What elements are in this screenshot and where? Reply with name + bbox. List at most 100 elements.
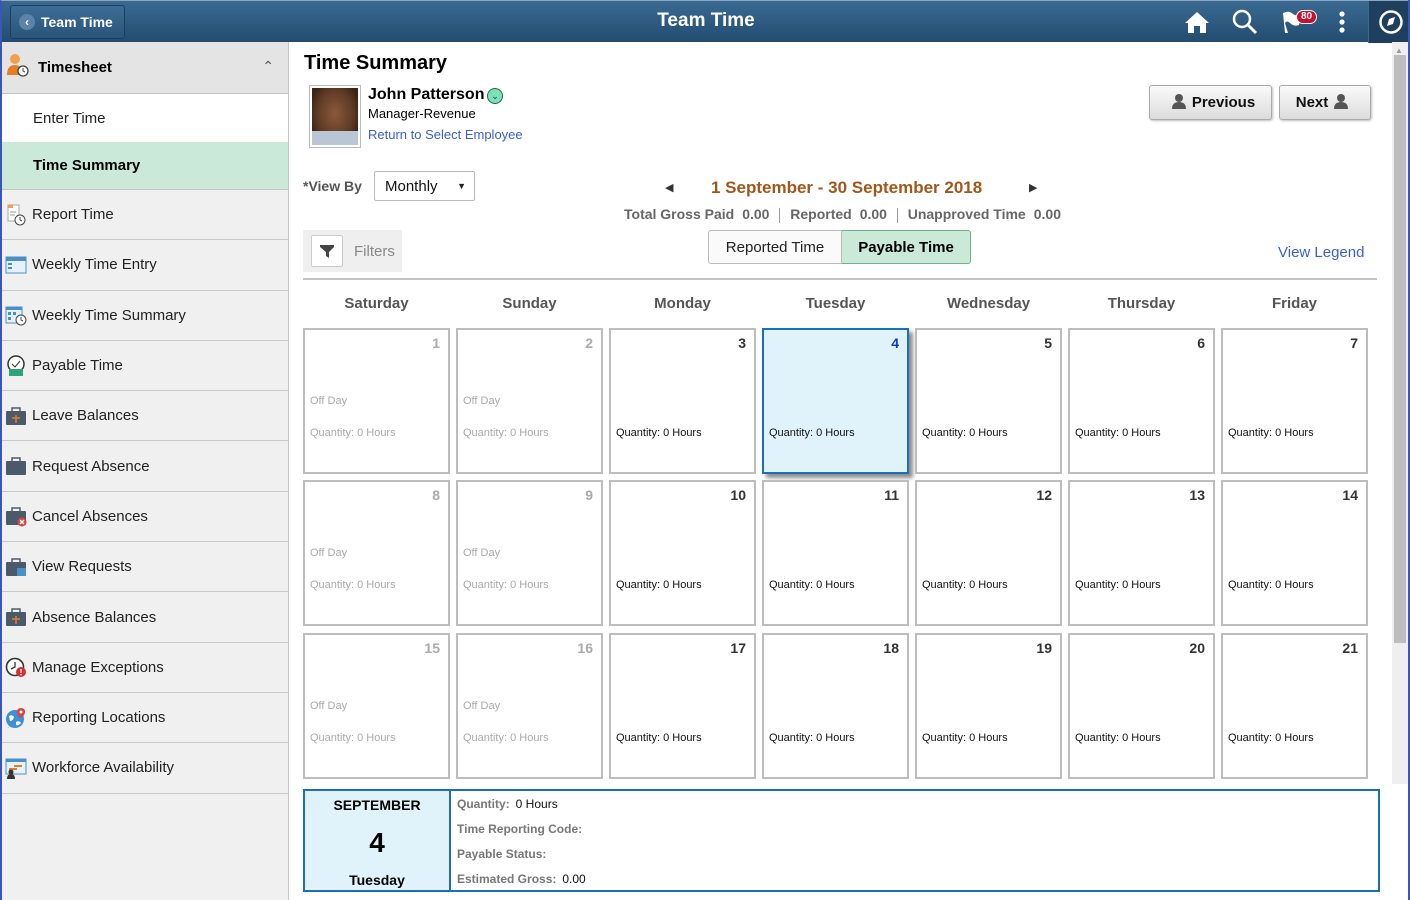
sidebar-item-label: Weekly Time Entry bbox=[32, 256, 157, 274]
report-time-icon bbox=[5, 204, 27, 226]
calendar-day-cell[interactable]: 10 Quantity: 0 Hours bbox=[609, 480, 756, 626]
quantity-label: Quantity: 0 Hours bbox=[1075, 579, 1161, 591]
next-label: Next bbox=[1295, 94, 1329, 111]
quantity-label: Quantity: 0 Hours bbox=[922, 427, 1008, 439]
scrollbar-thumb[interactable] bbox=[1394, 55, 1406, 643]
off-day-label: Off Day bbox=[463, 700, 501, 712]
sidebar-item-weekly-time-summary[interactable]: Weekly Time Summary bbox=[2, 291, 288, 341]
sidebar-item-workforce-availability[interactable]: Workforce Availability bbox=[2, 743, 288, 794]
sidebar-item-label: Leave Balances bbox=[32, 407, 139, 425]
calendar-day-cell[interactable]: 18 Quantity: 0 Hours bbox=[762, 633, 909, 779]
back-button-label: Team Time bbox=[41, 14, 113, 30]
sidebar-item-label: Workforce Availability bbox=[32, 759, 175, 777]
weekly-time-entry-icon bbox=[5, 254, 27, 276]
chevron-up-icon[interactable]: ⌃ bbox=[262, 58, 274, 75]
calendar-day-cell[interactable]: 21 Quantity: 0 Hours bbox=[1221, 633, 1368, 779]
total-gross-value: 0.00 bbox=[742, 206, 770, 222]
sidebar-item-absence-balances[interactable]: Absence Balances bbox=[2, 592, 288, 643]
quantity-label: Quantity: 0 Hours bbox=[1075, 427, 1161, 439]
actions-menu-icon[interactable] bbox=[1328, 8, 1356, 36]
calendar-day-cell[interactable]: 17 Quantity: 0 Hours bbox=[609, 633, 756, 779]
weekday-header: Thursday bbox=[1107, 295, 1176, 312]
off-day-label: Off Day bbox=[463, 547, 501, 559]
sidebar-item-manage-exceptions[interactable]: Manage Exceptions bbox=[2, 643, 288, 693]
calendar-day-cell[interactable]: 20 Quantity: 0 Hours bbox=[1068, 633, 1215, 779]
unapproved-value: 0.00 bbox=[1033, 206, 1061, 222]
quantity-label: Quantity: 0 Hours bbox=[616, 732, 702, 744]
vertical-scrollbar[interactable]: ▲ bbox=[1392, 42, 1408, 784]
total-gross-label: Total Gross Paid bbox=[624, 206, 735, 222]
day-number: 5 bbox=[1044, 335, 1052, 351]
sidebar-item-payable-time[interactable]: Payable Time bbox=[2, 341, 288, 392]
next-employee-button[interactable]: Next bbox=[1279, 85, 1371, 120]
calendar-day-cell[interactable]: 8 Off Day Quantity: 0 Hours bbox=[303, 480, 450, 626]
sidebar-item-cancel-absences[interactable]: Cancel Absences bbox=[2, 492, 288, 543]
next-period-arrow-icon[interactable]: ▶ bbox=[1029, 181, 1037, 194]
calendar-day-cell[interactable]: 19 Quantity: 0 Hours bbox=[915, 633, 1062, 779]
calendar-day-cell[interactable]: 1 Off Day Quantity: 0 Hours bbox=[303, 328, 450, 474]
sidebar-item-reporting-locations[interactable]: Reporting Locations bbox=[2, 693, 288, 744]
unapproved-label: Unapproved Time bbox=[907, 206, 1026, 222]
day-number: 12 bbox=[1036, 487, 1052, 503]
sidebar-item-leave-balances[interactable]: Leave Balances bbox=[2, 391, 288, 442]
sidebar-item-view-requests[interactable]: View Requests bbox=[2, 542, 288, 593]
previous-period-arrow-icon[interactable]: ◀ bbox=[665, 181, 673, 194]
calendar-day-cell[interactable]: 14 Quantity: 0 Hours bbox=[1221, 480, 1368, 626]
day-number: 17 bbox=[730, 640, 746, 656]
calendar-day-cell[interactable]: 3 Quantity: 0 Hours bbox=[609, 328, 756, 474]
view-by-value: Monthly bbox=[385, 177, 438, 195]
sidebar-item-time-summary[interactable]: Time Summary bbox=[2, 142, 288, 190]
calendar-day-cell[interactable]: 15 Off Day Quantity: 0 Hours bbox=[303, 633, 450, 779]
detail-payable-status: Payable Status: bbox=[457, 847, 547, 861]
navbar-compass-icon[interactable] bbox=[1368, 1, 1410, 43]
back-button[interactable]: ‹ Team Time bbox=[10, 5, 125, 39]
calendar-day-cell[interactable]: 9 Off Day Quantity: 0 Hours bbox=[456, 480, 603, 626]
home-icon[interactable] bbox=[1183, 8, 1211, 36]
off-day-label: Off Day bbox=[463, 395, 501, 407]
sidebar-item-report-time[interactable]: Report Time bbox=[2, 190, 288, 241]
detail-date: SEPTEMBER 4 Tuesday bbox=[305, 791, 451, 890]
calendar-day-cell[interactable]: 16 Off Day Quantity: 0 Hours bbox=[456, 633, 603, 779]
calendar-day-cell[interactable]: 12 Quantity: 0 Hours bbox=[915, 480, 1062, 626]
payable-time-tab[interactable]: Payable Time bbox=[842, 230, 971, 264]
search-icon[interactable] bbox=[1231, 8, 1259, 36]
scroll-up-arrow-icon[interactable]: ▲ bbox=[1395, 46, 1403, 55]
return-to-select-employee-link[interactable]: Return to Select Employee bbox=[368, 127, 523, 142]
employee-photo bbox=[309, 85, 361, 148]
sidebar-item-request-absence[interactable]: Request Absence bbox=[2, 441, 288, 492]
sidebar-item-label: Request Absence bbox=[32, 457, 150, 475]
detail-fields: Quantity: 0 Hours Time Reporting Code: Pa… bbox=[451, 791, 588, 890]
absence-balances-icon bbox=[5, 606, 27, 628]
view-legend-link[interactable]: View Legend bbox=[1278, 244, 1364, 261]
sidebar-item-enter-time[interactable]: Enter Time bbox=[2, 94, 288, 142]
reported-time-tab[interactable]: Reported Time bbox=[708, 230, 842, 264]
sidebar-item-label: Weekly Time Summary bbox=[32, 306, 186, 324]
calendar-day-cell[interactable]: 6 Quantity: 0 Hours bbox=[1068, 328, 1215, 474]
quantity-label: Quantity: 0 Hours bbox=[922, 579, 1008, 591]
quantity-label: Quantity: 0 Hours bbox=[1075, 732, 1161, 744]
day-number: 11 bbox=[884, 487, 899, 503]
sidebar-item-weekly-time-entry[interactable]: Weekly Time Entry bbox=[2, 240, 288, 291]
payable-time-icon bbox=[5, 354, 27, 377]
sidebar-item-label: Cancel Absences bbox=[32, 507, 148, 525]
notification-count-badge: 80 bbox=[1296, 10, 1318, 24]
previous-employee-button[interactable]: Previous bbox=[1149, 85, 1272, 120]
manage-exceptions-icon bbox=[5, 656, 27, 678]
sidebar-group-timesheet[interactable]: Timesheet ⌃ bbox=[2, 42, 288, 94]
day-number: 21 bbox=[1342, 640, 1358, 656]
employee-related-actions-icon[interactable]: ⌄ bbox=[487, 88, 503, 104]
weekday-header: Friday bbox=[1271, 295, 1317, 312]
calendar-day-cell[interactable]: 13 Quantity: 0 Hours bbox=[1068, 480, 1215, 626]
filters-button[interactable]: Filters bbox=[303, 230, 402, 272]
quantity-label: Quantity: 0 Hours bbox=[1228, 579, 1314, 591]
calendar-day-cell[interactable]: 4 Quantity: 0 Hours bbox=[762, 328, 909, 474]
view-by-select[interactable]: Monthly ▼ bbox=[374, 171, 475, 201]
day-number: 3 bbox=[738, 335, 746, 351]
calendar-day-cell[interactable]: 11 Quantity: 0 Hours bbox=[762, 480, 909, 626]
calendar-day-cell[interactable]: 7 Quantity: 0 Hours bbox=[1221, 328, 1368, 474]
quantity-label: Quantity: 0 Hours bbox=[463, 732, 549, 744]
person-icon bbox=[1333, 93, 1349, 113]
calendar-day-cell[interactable]: 5 Quantity: 0 Hours bbox=[915, 328, 1062, 474]
calendar-day-cell[interactable]: 2 Off Day Quantity: 0 Hours bbox=[456, 328, 603, 474]
leave-balances-icon bbox=[5, 405, 27, 427]
